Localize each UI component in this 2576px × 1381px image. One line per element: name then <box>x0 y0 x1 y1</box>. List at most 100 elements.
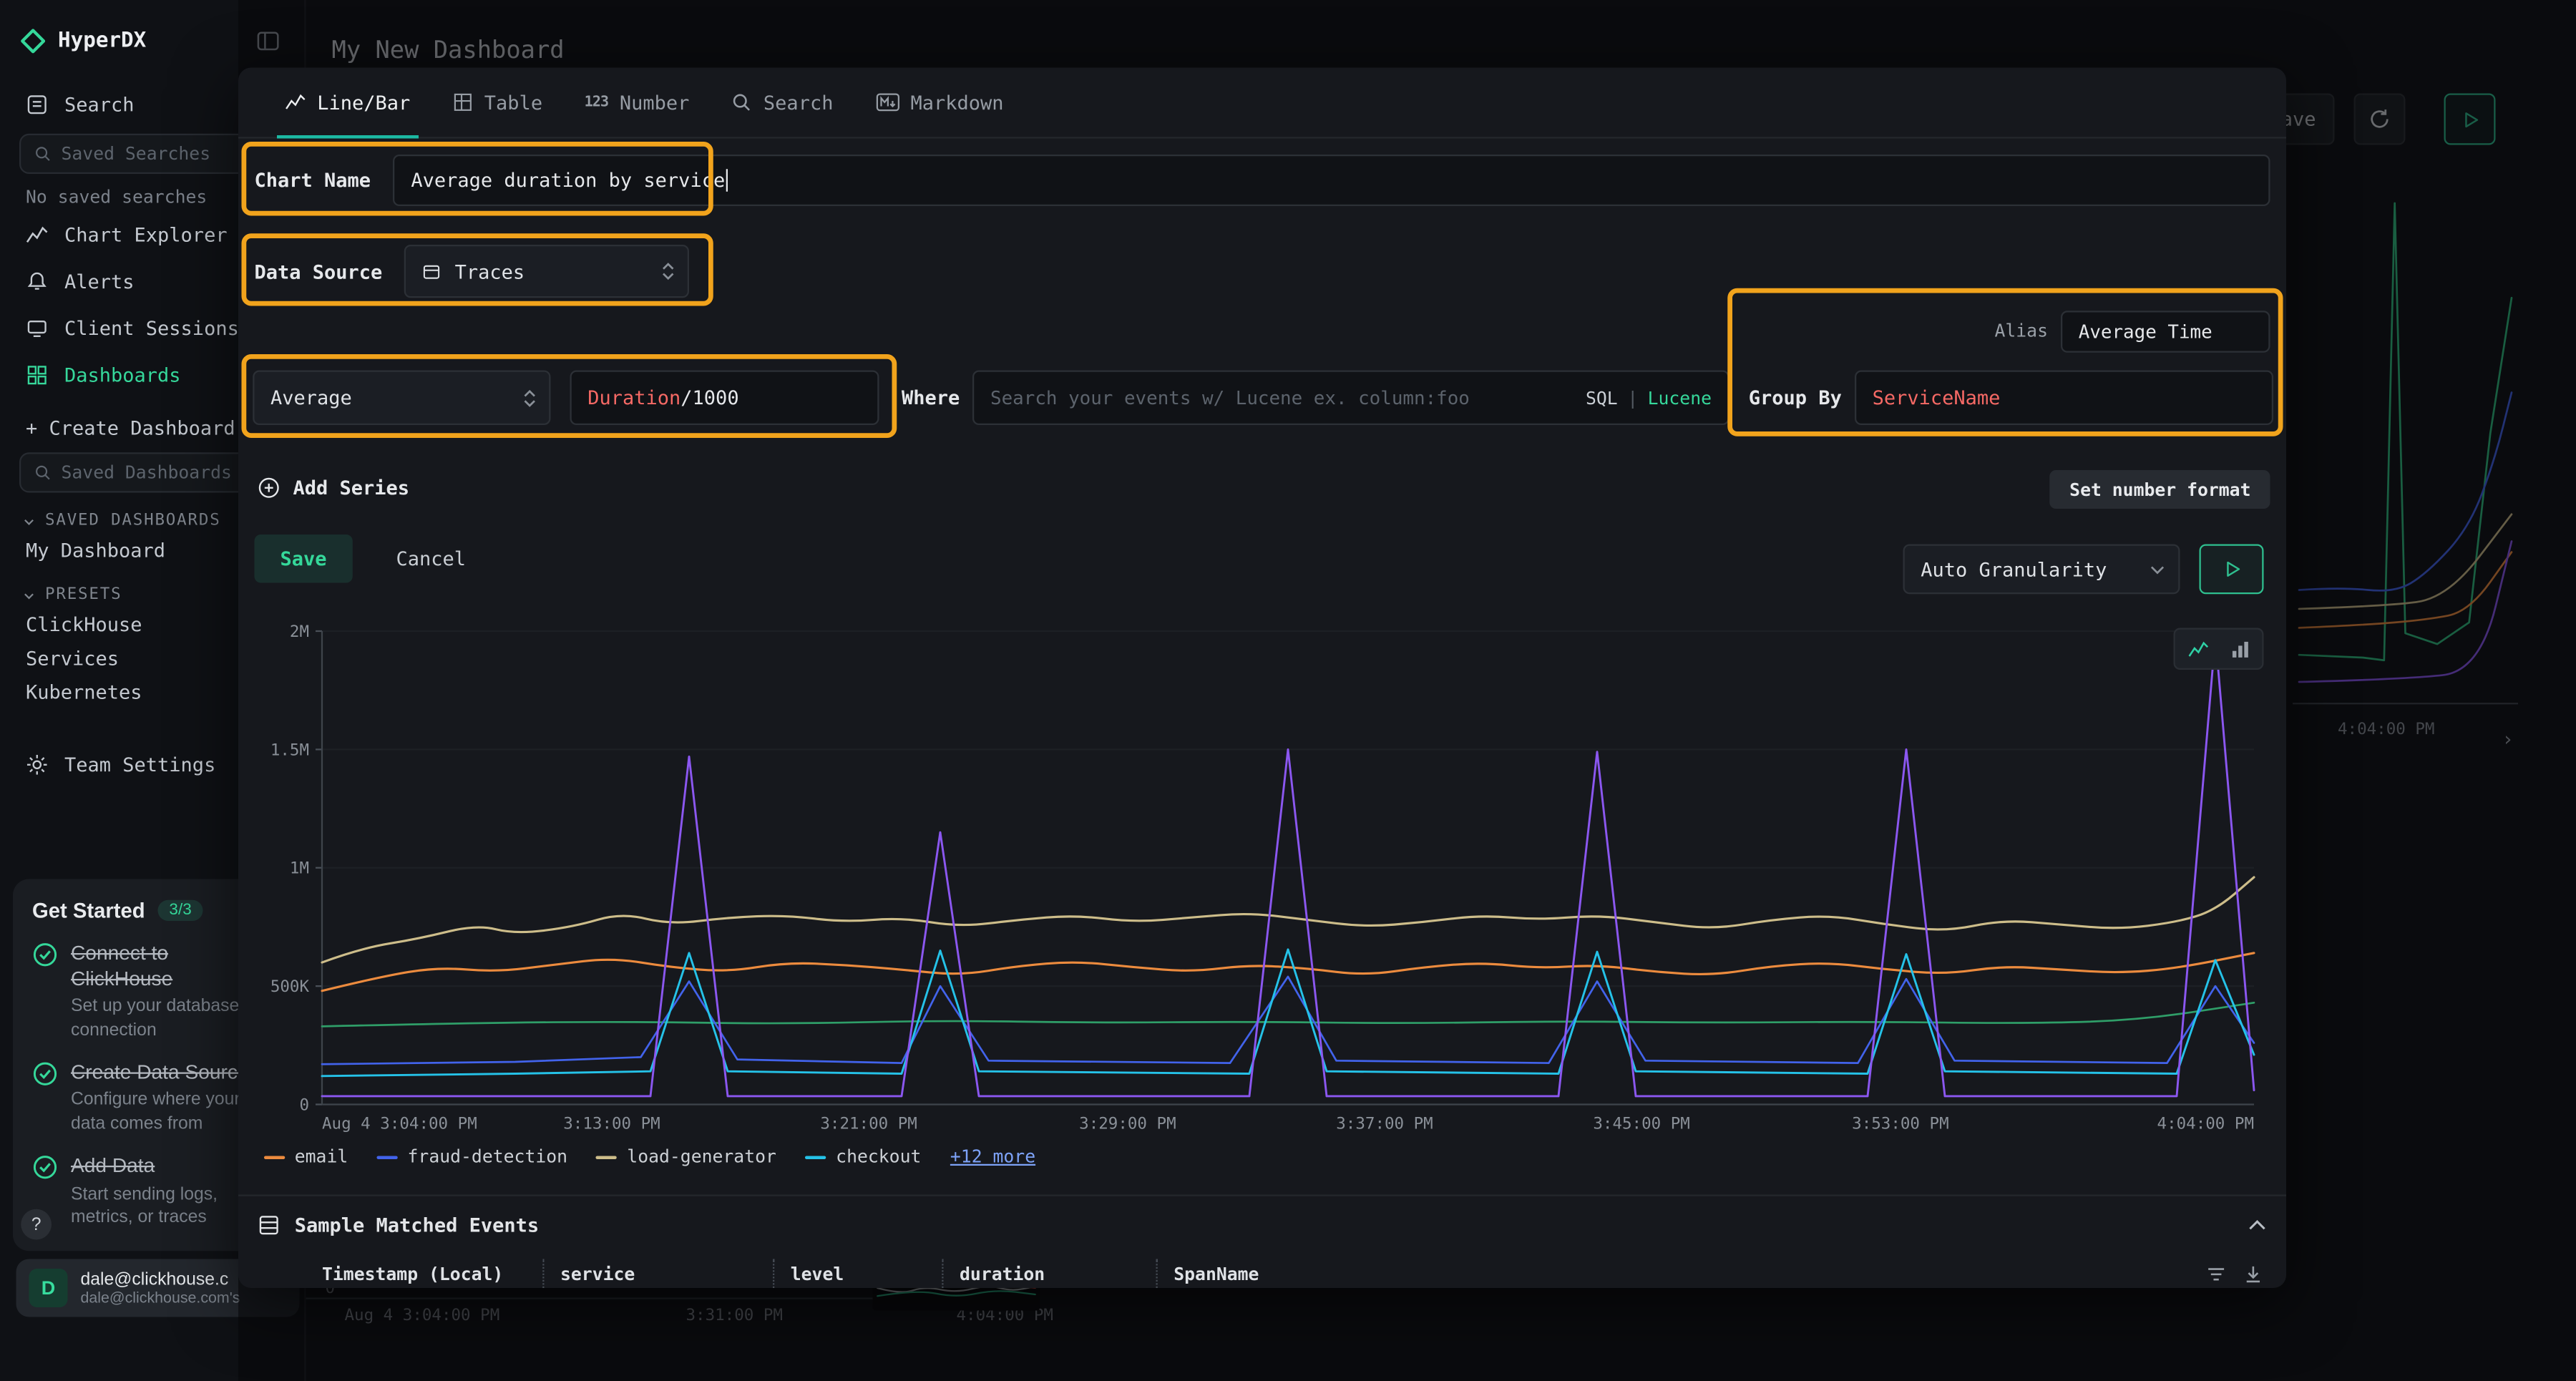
svg-text:3:21:00 PM: 3:21:00 PM <box>820 1114 917 1133</box>
bar-chart-icon <box>2229 638 2250 659</box>
chevron-up-icon[interactable] <box>2248 1219 2267 1231</box>
tab-table[interactable]: Table <box>431 68 564 137</box>
run-query-button[interactable] <box>2200 545 2264 595</box>
sample-events-header[interactable]: Sample Matched Events <box>258 1214 2267 1237</box>
data-source-select[interactable]: Traces <box>405 245 690 298</box>
svg-text:0: 0 <box>299 1095 309 1114</box>
user-team: dale@clickhouse.com's <box>81 1289 240 1307</box>
brand-name: HyperDX <box>58 28 251 52</box>
column-header-timestamp[interactable]: Timestamp (Local) <box>306 1259 543 1289</box>
toggle-divider: | <box>1627 387 1638 408</box>
chart-name-input[interactable]: Average duration by service <box>394 155 2270 206</box>
legend-item[interactable]: checkout <box>805 1146 921 1167</box>
sidebar-item-label: Client Sessions <box>64 316 239 339</box>
add-series-button[interactable]: Add Series <box>258 477 409 499</box>
legend-swatch <box>264 1155 285 1158</box>
sidebar-item-label: Team Settings <box>64 753 215 776</box>
field-expression-input[interactable]: Duration/1000 <box>570 371 879 426</box>
column-header-service[interactable]: service <box>542 1259 773 1289</box>
save-button[interactable]: Save <box>255 535 353 583</box>
gear-icon <box>26 753 49 776</box>
search-icon <box>34 145 52 163</box>
line-chart-icon <box>2187 638 2208 659</box>
check-circle-icon <box>32 1154 58 1180</box>
hyperdx-logo-icon <box>21 28 45 52</box>
svg-text:3:13:00 PM: 3:13:00 PM <box>563 1114 660 1133</box>
sidebar-item-label: Dashboards <box>64 363 181 386</box>
chart-editor-modal: Line/Bar Table 123 Number Search Markdow… <box>238 68 2286 1289</box>
svg-text:1.5M: 1.5M <box>270 741 309 759</box>
legend-item[interactable]: fraud-detection <box>377 1146 567 1167</box>
svg-text:3:37:00 PM: 3:37:00 PM <box>1336 1114 1433 1133</box>
chevron-down-icon <box>2150 565 2166 575</box>
table-icon <box>452 92 473 112</box>
chevron-down-icon <box>23 514 36 527</box>
cancel-button[interactable]: Cancel <box>380 535 482 583</box>
lucene-mode-toggle[interactable]: Lucene <box>1648 387 1712 408</box>
check-circle-icon <box>32 942 58 967</box>
number-123-icon: 123 <box>585 94 609 111</box>
bar-style-button[interactable] <box>2220 633 2259 665</box>
alias-label: Alias <box>1994 321 2048 341</box>
tab-line-bar[interactable]: Line/Bar <box>264 68 431 137</box>
tab-markdown[interactable]: Markdown <box>854 68 1025 137</box>
sql-mode-toggle[interactable]: SQL <box>1586 387 1618 408</box>
divider <box>238 1195 2286 1196</box>
check-circle-icon <box>32 1060 58 1086</box>
saved-dashboards-placeholder: Saved Dashboards <box>62 462 232 483</box>
chart-style-toggle <box>2174 628 2264 670</box>
table-icon <box>258 1214 280 1237</box>
column-header-duration[interactable]: duration <box>942 1259 1156 1289</box>
granularity-select[interactable]: Auto Granularity <box>1903 545 2180 595</box>
svg-text:2M: 2M <box>290 623 309 641</box>
tab-number[interactable]: 123 Number <box>563 68 710 137</box>
help-button[interactable]: ? <box>21 1209 52 1240</box>
svg-text:Aug 4 3:04:00 PM: Aug 4 3:04:00 PM <box>322 1114 477 1133</box>
alias-input[interactable]: Average Time <box>2061 310 2270 352</box>
legend-item[interactable]: load-generator <box>597 1146 776 1167</box>
column-header-level[interactable]: level <box>773 1259 942 1289</box>
legend-swatch <box>597 1155 618 1158</box>
sidebar-item-label: Alerts <box>64 270 135 293</box>
data-source-label: Data Source <box>255 260 383 283</box>
tab-search[interactable]: Search <box>711 68 854 137</box>
chart-name-label: Chart Name <box>255 169 371 192</box>
select-stepper-icon <box>523 389 536 406</box>
sidebar-item-label: Chart Explorer <box>64 223 228 246</box>
chart-type-tabs: Line/Bar Table 123 Number Search Markdow… <box>238 68 2286 139</box>
legend-swatch <box>805 1155 826 1158</box>
column-header-spanname[interactable]: SpanName <box>1156 1259 1511 1289</box>
select-stepper-icon <box>663 263 675 280</box>
legend-swatch <box>377 1155 398 1158</box>
svg-text:4:04:00 PM: 4:04:00 PM <box>2157 1114 2254 1133</box>
chevron-down-icon <box>23 588 36 601</box>
monitor-icon <box>26 316 49 339</box>
avatar: D <box>29 1269 68 1307</box>
dashboard-grid-icon <box>26 363 49 386</box>
search-icon <box>34 464 52 482</box>
svg-text:1M: 1M <box>290 859 309 878</box>
markdown-icon <box>875 92 899 112</box>
svg-text:3:53:00 PM: 3:53:00 PM <box>1852 1114 1948 1133</box>
legend-item[interactable]: email <box>264 1146 348 1167</box>
legend-more-link[interactable]: +12 more <box>950 1146 1035 1167</box>
aggregation-select[interactable]: Average <box>253 371 550 426</box>
where-search-input[interactable]: Search your events w/ Lucene ex. column:… <box>972 371 1729 426</box>
set-number-format-button[interactable]: Set number format <box>2050 470 2270 509</box>
preview-line-chart[interactable]: 0500K1M1.5M2MAug 4 3:04:00 PM3:13:00 PM3… <box>251 615 2270 1141</box>
bell-icon <box>26 270 49 293</box>
line-chart-icon <box>26 223 49 246</box>
sidebar-item-label: Search <box>64 92 135 115</box>
group-by-input[interactable]: ServiceName <box>1855 371 2273 426</box>
sample-events-table-header: Timestamp (Local) service level duration… <box>238 1259 2286 1289</box>
line-style-button[interactable] <box>2178 633 2217 665</box>
app-root: HyperDX Search Saved Searches No saved s… <box>0 0 2576 1381</box>
svg-text:3:29:00 PM: 3:29:00 PM <box>1079 1114 1176 1133</box>
filter-icon[interactable] <box>2206 1264 2227 1284</box>
download-icon[interactable] <box>2243 1264 2263 1284</box>
search-icon <box>731 92 752 112</box>
get-started-title: Get Started <box>32 899 145 923</box>
group-by-label: Group By <box>1749 386 1842 409</box>
play-icon <box>2223 560 2240 578</box>
user-email: dale@clickhouse.c <box>81 1269 240 1289</box>
